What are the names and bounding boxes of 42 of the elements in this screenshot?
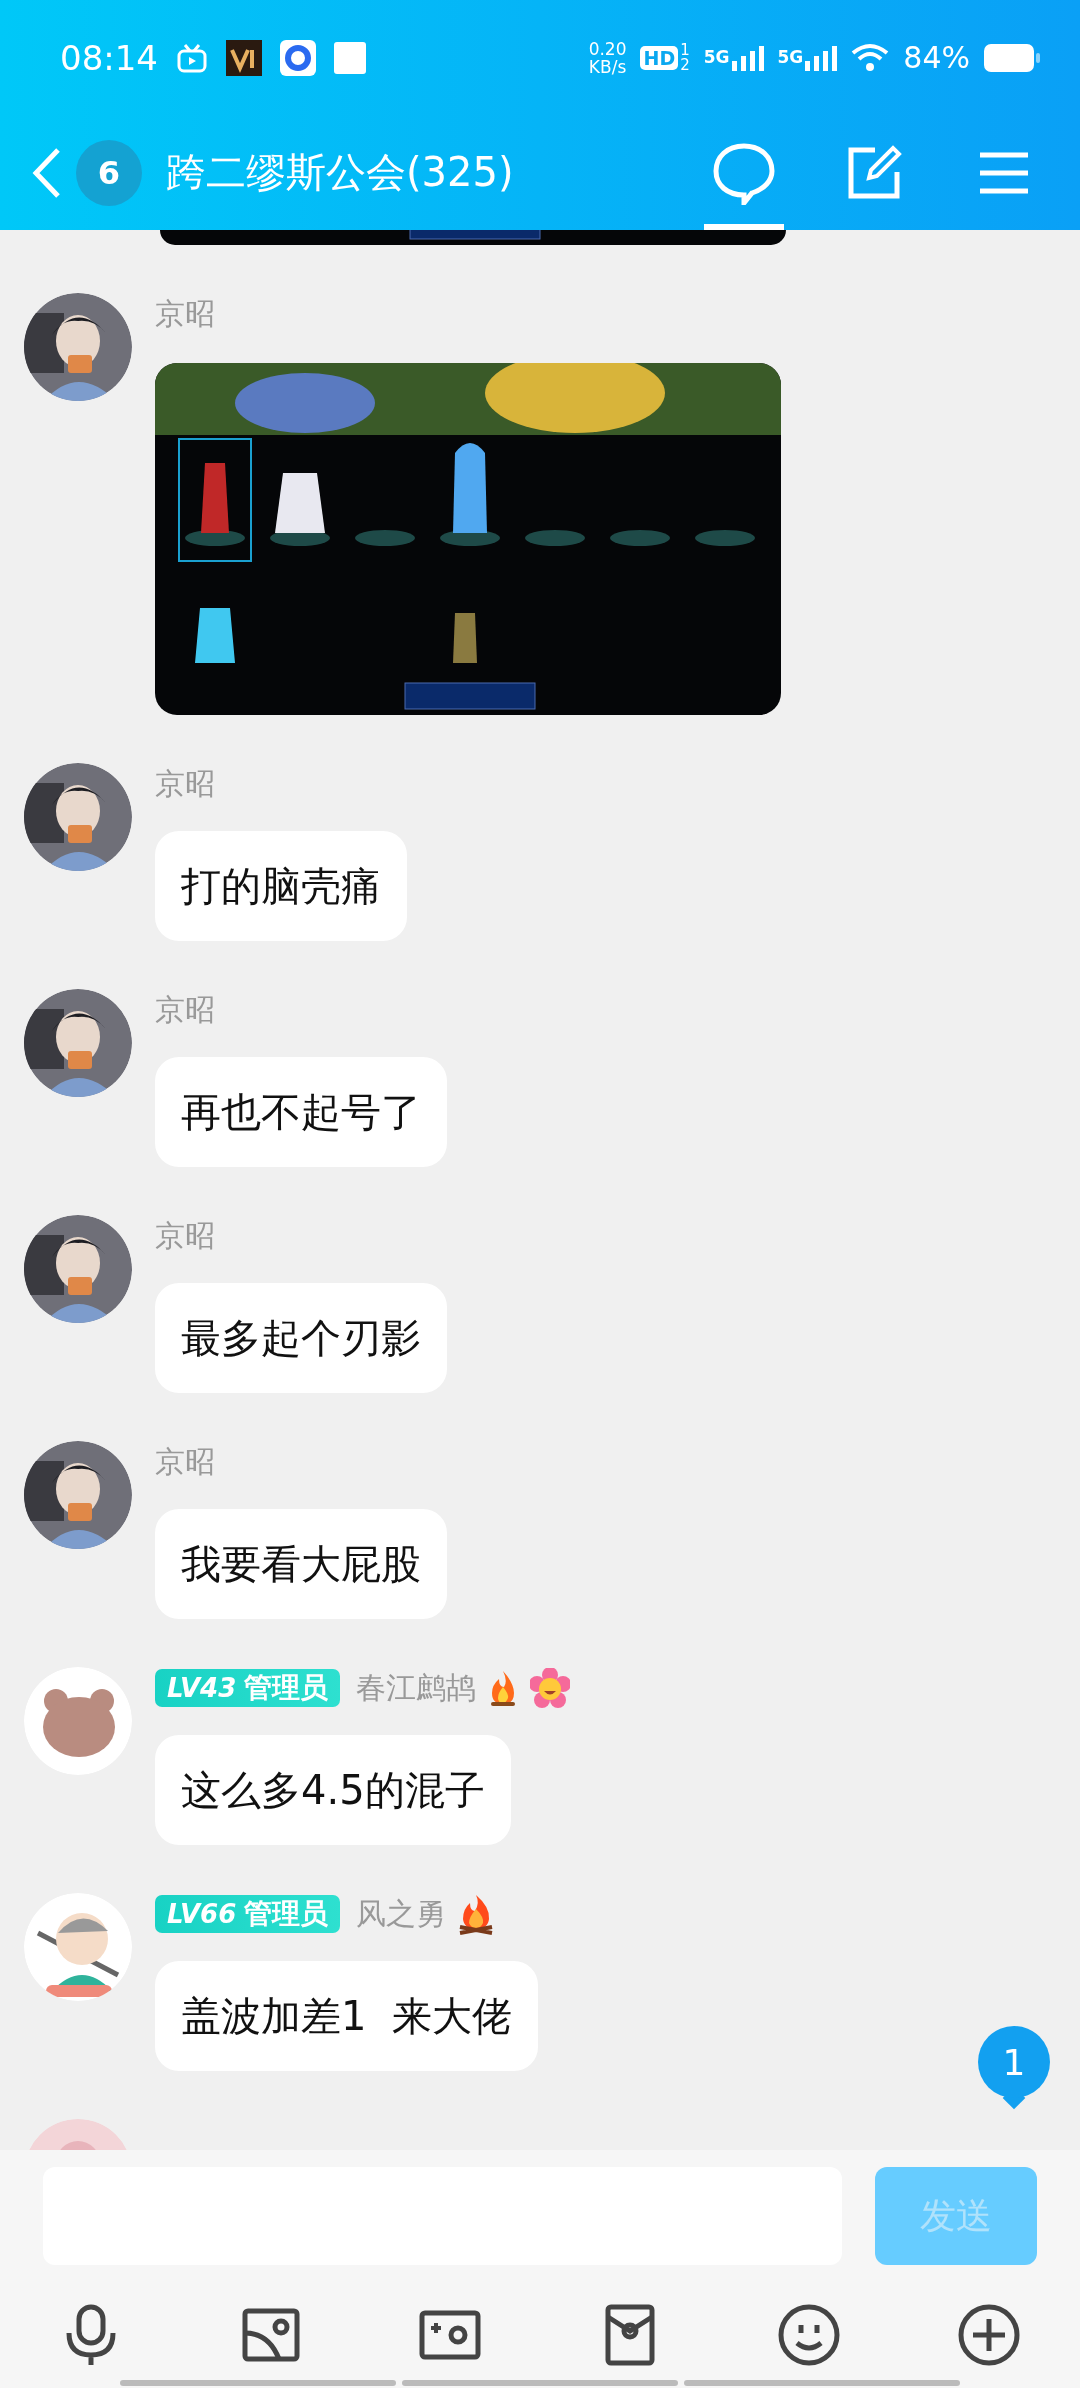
sim-slot-label: 1: [680, 42, 690, 58]
message-bubble[interactable]: 盖波加差1 来大佬: [155, 1961, 538, 2071]
hd-badge: HD: [640, 45, 679, 70]
avatar[interactable]: [24, 293, 132, 401]
wifi-icon: [851, 42, 890, 73]
role-badge: LV43 管理员: [155, 1669, 341, 1707]
role-badge: LV66 管理员: [155, 1895, 341, 1933]
tv-icon: [176, 42, 208, 73]
emoji-icon[interactable]: [777, 2303, 842, 2367]
sender-name[interactable]: 风之勇: [356, 1893, 447, 1935]
network-type: 5G: [703, 49, 730, 66]
status-time: 08:14: [60, 37, 158, 78]
network-type: 5G: [777, 49, 804, 66]
signal-icon: [731, 44, 764, 71]
message-bubble[interactable]: 我要看大屁股: [155, 1509, 447, 1619]
sim-slot-label: 2: [680, 57, 690, 73]
message-bubble[interactable]: 再也不起号了: [155, 1057, 447, 1167]
avatar[interactable]: [24, 1441, 132, 1549]
battery-level: 84%: [903, 40, 970, 75]
avatar[interactable]: [24, 1215, 132, 1323]
message-bubble[interactable]: 最多起个刃影: [155, 1283, 447, 1393]
sender-name[interactable]: 春江鹧鸪: [356, 1667, 477, 1709]
sender-name[interactable]: 京昭: [155, 989, 215, 1031]
add-icon[interactable]: [956, 2303, 1021, 2367]
battery-icon: [984, 43, 1040, 72]
group-title: 跨二缪斯公会(325): [166, 148, 514, 197]
sender-name[interactable]: 京昭: [155, 1441, 215, 1483]
message-bubble[interactable]: 打的脑壳痛: [155, 831, 407, 941]
sender-name[interactable]: 京昭: [155, 763, 215, 805]
avatar[interactable]: [24, 989, 132, 1097]
avatar[interactable]: [24, 763, 132, 871]
sender-name[interactable]: 京昭: [155, 293, 215, 335]
sender-name[interactable]: 京昭: [155, 1215, 215, 1257]
app-icon: [334, 41, 366, 74]
app-icon: [280, 39, 316, 76]
flower-icon: [530, 1668, 571, 1708]
signal-icon: [805, 44, 838, 71]
message-bubble[interactable]: 这么多4.5的混子: [155, 1735, 511, 1845]
app-icon: [226, 39, 262, 76]
network-speed: 0.20: [588, 39, 627, 58]
speed-unit: KB/s: [588, 57, 627, 76]
unread-count-badge[interactable]: 6: [76, 139, 142, 206]
